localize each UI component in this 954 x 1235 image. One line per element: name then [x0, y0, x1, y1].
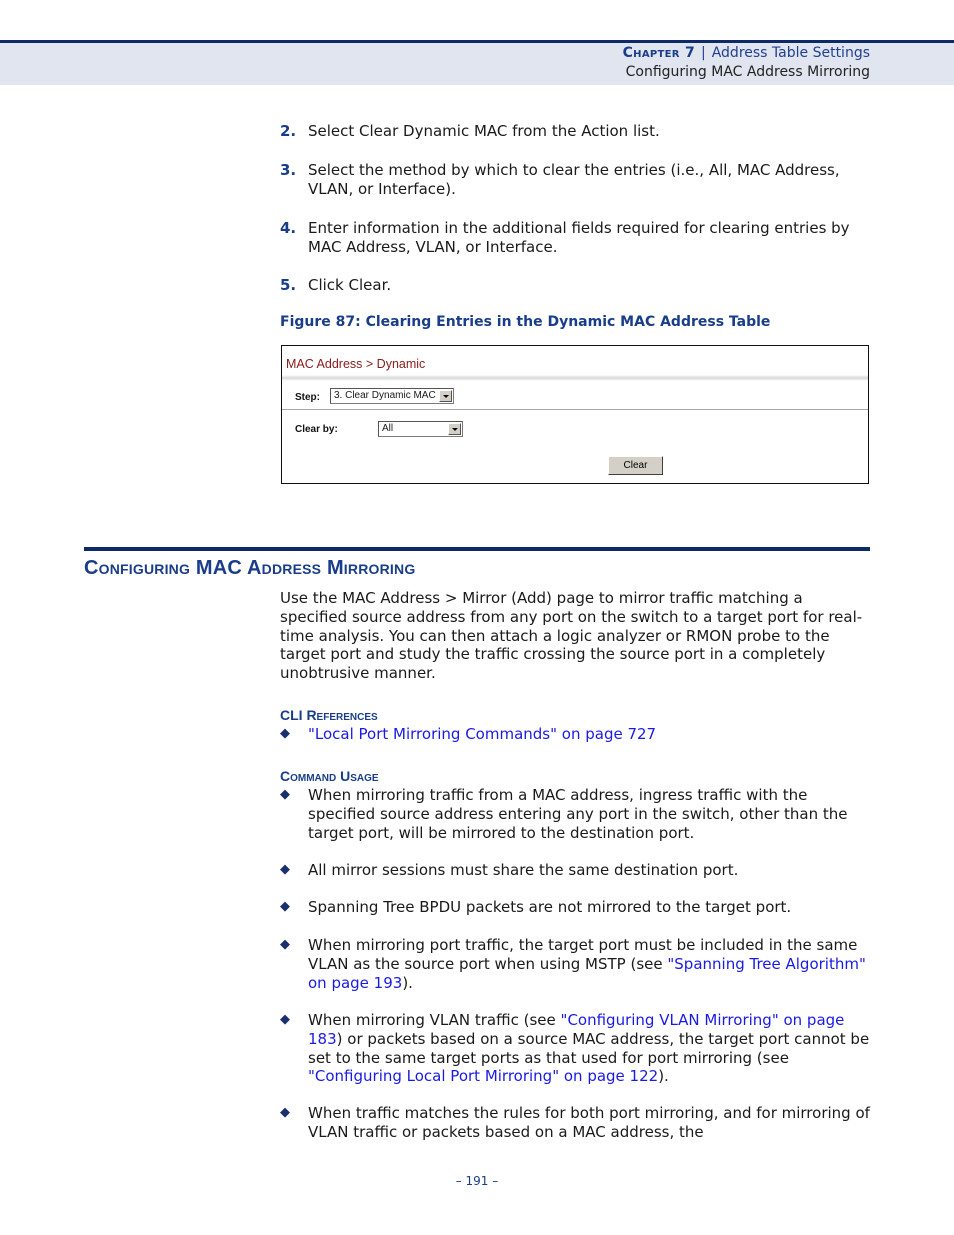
running-header-section: Configuring MAC Address Mirroring	[625, 64, 870, 80]
clear-by-label: Clear by:	[295, 424, 338, 435]
running-header-chapter: Chapter 7 | Address Table Settings	[623, 45, 870, 61]
figure-screenshot: MAC Address > Dynamic Step: 3. Clear Dyn…	[281, 345, 869, 484]
step-select-value: 3. Clear Dynamic MAC	[334, 390, 436, 401]
usage-bullet-text: All mirror sessions must share the same …	[308, 861, 739, 879]
step-text: Select the method by which to clear the …	[308, 161, 840, 198]
step-number: 5.	[280, 276, 297, 294]
clear-by-select-value: All	[382, 423, 394, 434]
step-number: 4.	[280, 219, 297, 237]
usage-bullet: ◆ When traffic matches the rules for bot…	[280, 1104, 870, 1142]
step-text: Click Clear.	[308, 276, 392, 294]
section-rule	[84, 547, 870, 551]
usage-bullet-text: When traffic matches the rules for both …	[308, 1104, 870, 1141]
diamond-bullet-icon: ◆	[280, 1105, 290, 1120]
cli-references-heading: CLI References	[280, 707, 378, 723]
usage-bullet-text: ).	[402, 973, 413, 992]
page-number: – 191 –	[455, 1174, 499, 1188]
chevron-down-icon[interactable]	[448, 423, 461, 435]
usage-bullet: ◆ When mirroring traffic from a MAC addr…	[280, 786, 870, 842]
title-separator	[282, 375, 868, 381]
header-separator: |	[701, 45, 706, 61]
diamond-bullet-icon: ◆	[280, 787, 290, 802]
figure-page-title: MAC Address > Dynamic	[286, 357, 426, 371]
diamond-bullet-icon: ◆	[280, 726, 290, 741]
usage-bullet-text: When mirroring traffic from a MAC addres…	[308, 786, 848, 842]
clear-button[interactable]: Clear	[608, 456, 663, 475]
usage-bullet-text: ).	[658, 1067, 669, 1086]
step-number: 3.	[280, 161, 297, 179]
step-text: Enter information in the additional fiel…	[308, 219, 850, 256]
step-number: 2.	[280, 122, 297, 140]
cli-reference-item: ◆ "Local Port Mirroring Commands" on pag…	[280, 725, 870, 744]
figure-caption: Figure 87: Clearing Entries in the Dynam…	[280, 314, 771, 330]
step-label: Step:	[295, 392, 320, 403]
step-text: Select Clear Dynamic MAC from the Action…	[308, 122, 660, 140]
usage-bullet: ◆ All mirror sessions must share the sam…	[280, 861, 870, 880]
section-title: Configuring MAC Address Mirroring	[84, 557, 416, 579]
chapter-label: Chapter 7	[622, 45, 695, 61]
chapter-title: Address Table Settings	[711, 45, 870, 61]
diamond-bullet-icon: ◆	[280, 1012, 290, 1027]
chevron-down-icon[interactable]	[439, 390, 452, 402]
cli-reference-link[interactable]: "Local Port Mirroring Commands" on page …	[308, 725, 656, 743]
usage-bullet-text: ) or packets based on a source MAC addre…	[308, 1029, 870, 1067]
diamond-bullet-icon: ◆	[280, 937, 290, 952]
step-select[interactable]: 3. Clear Dynamic MAC	[330, 388, 454, 404]
step-item: 5. Click Clear.	[280, 276, 870, 295]
step-item: 2. Select Clear Dynamic MAC from the Act…	[280, 122, 870, 141]
diamond-bullet-icon: ◆	[280, 899, 290, 914]
usage-bullet-text: When mirroring VLAN traffic (see	[308, 1011, 561, 1029]
usage-bullet-text: Spanning Tree BPDU packets are not mirro…	[308, 898, 792, 916]
usage-bullet: ◆ Spanning Tree BPDU packets are not mir…	[280, 898, 870, 917]
diamond-bullet-icon: ◆	[280, 862, 290, 877]
section-intro: Use the MAC Address > Mirror (Add) page …	[280, 589, 863, 683]
step-item: 4. Enter information in the additional f…	[280, 219, 870, 257]
clear-by-select[interactable]: All	[378, 421, 463, 437]
usage-bullet: ◆ When mirroring VLAN traffic (see "Conf…	[280, 1011, 870, 1086]
step-item: 3. Select the method by which to clear t…	[280, 161, 870, 199]
form-divider	[282, 409, 868, 410]
usage-bullet: ◆ When mirroring port traffic, the targe…	[280, 936, 870, 992]
command-usage-heading: Command Usage	[280, 768, 379, 784]
local-port-mirroring-link[interactable]: "Configuring Local Port Mirroring" on pa…	[308, 1067, 658, 1085]
